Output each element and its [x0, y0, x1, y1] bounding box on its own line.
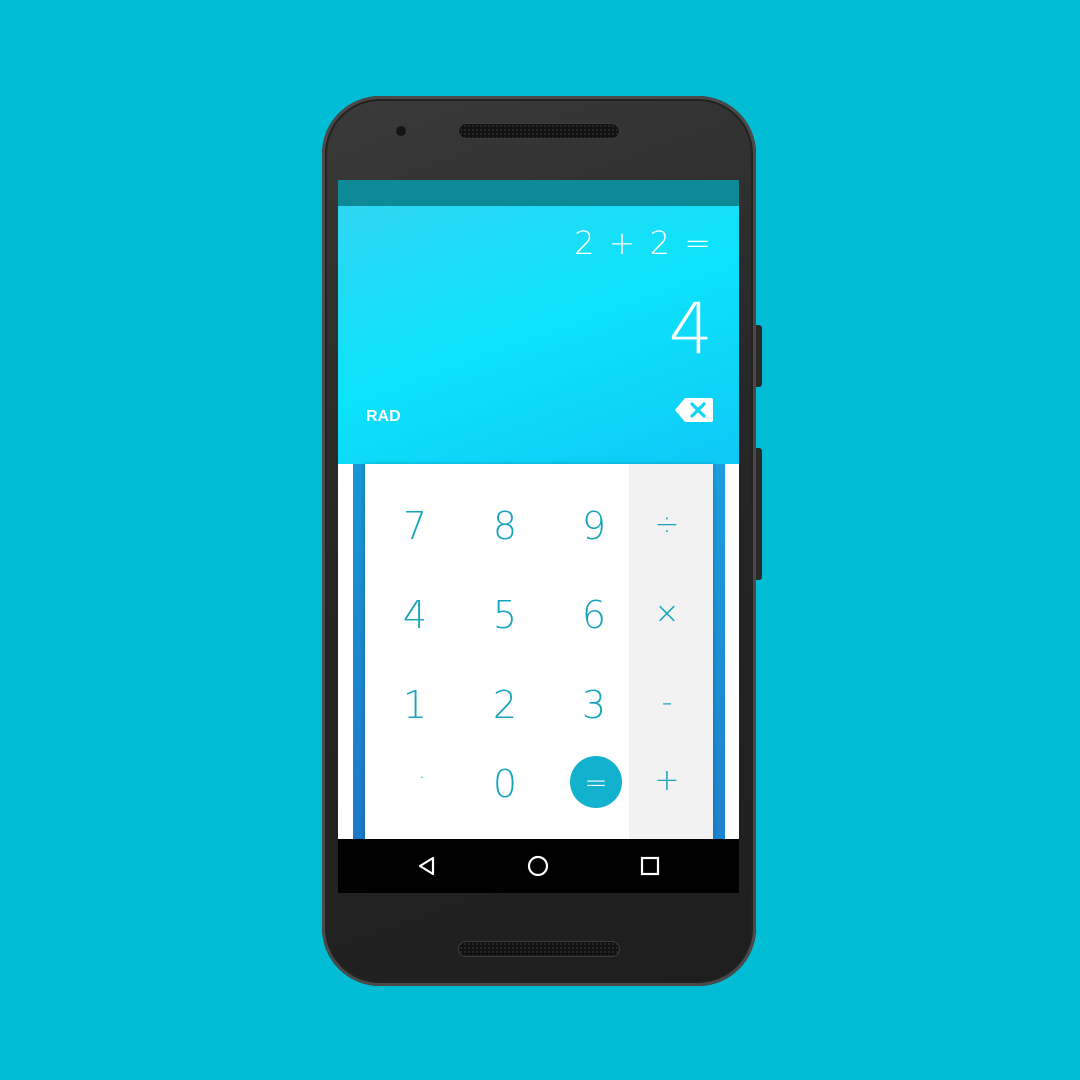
key-9[interactable]: 9	[554, 486, 634, 566]
advanced-panel-edge[interactable]	[712, 464, 725, 839]
key-1[interactable]: 1	[375, 665, 455, 745]
key-2[interactable]: 2	[465, 665, 545, 745]
top-speaker-grille	[459, 124, 619, 138]
equals-button[interactable]: =	[570, 756, 622, 808]
bottom-speaker-grille	[459, 942, 619, 956]
backspace-icon[interactable]	[674, 396, 714, 424]
key-divide[interactable]: ÷	[627, 484, 707, 564]
key-4[interactable]: 4	[375, 575, 455, 655]
key-decimal[interactable]: ·	[382, 738, 462, 818]
key-3[interactable]: 3	[554, 665, 634, 745]
key-minus[interactable]: -	[627, 662, 707, 742]
recents-square-icon[interactable]	[636, 852, 664, 880]
volume-button	[756, 448, 762, 580]
phone-screen: 2 + 2 = 4 RAD 7 8 9 ÷ 4 5 6 × 1 2 3 - · …	[338, 180, 739, 893]
power-button	[756, 325, 762, 387]
formula-text: 2 + 2 =	[574, 224, 713, 262]
front-camera	[396, 126, 406, 136]
calculator-display: 2 + 2 = 4 RAD	[338, 206, 739, 488]
key-8[interactable]: 8	[465, 486, 545, 566]
home-circle-icon[interactable]	[524, 852, 552, 880]
status-bar	[338, 180, 739, 206]
navigation-bar	[338, 839, 739, 893]
back-triangle-icon[interactable]	[414, 852, 442, 880]
result-text: 4	[668, 288, 713, 370]
key-plus[interactable]: +	[627, 740, 707, 820]
key-7[interactable]: 7	[375, 486, 455, 566]
key-0[interactable]: 0	[465, 744, 545, 824]
key-5[interactable]: 5	[465, 575, 545, 655]
keypad: 7 8 9 ÷ 4 5 6 × 1 2 3 - · 0 = +	[365, 464, 713, 839]
key-6[interactable]: 6	[554, 575, 634, 655]
angle-mode-label[interactable]: RAD	[366, 408, 401, 426]
key-multiply[interactable]: ×	[627, 573, 707, 653]
